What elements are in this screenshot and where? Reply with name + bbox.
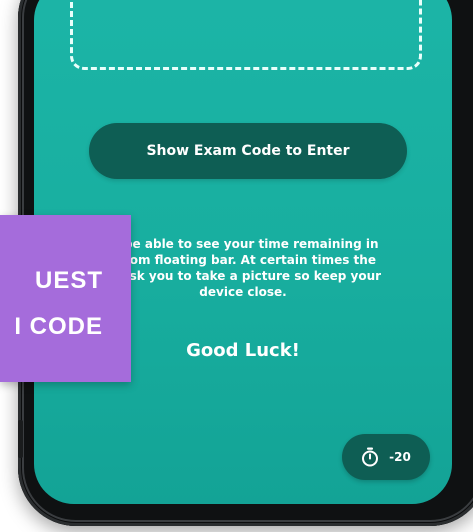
photo-upload-area[interactable]	[70, 0, 422, 70]
page: Show Exam Code to Enter ill be able to s…	[0, 0, 473, 532]
overlay-line-2: I CODE	[14, 313, 103, 340]
show-exam-code-button[interactable]: Show Exam Code to Enter	[89, 123, 407, 179]
overlay-line-1: UEST	[34, 267, 103, 294]
timer-value: -20	[389, 450, 411, 464]
phone-side-button	[18, 420, 23, 458]
purple-label-overlay: UEST I CODE	[0, 215, 131, 382]
floating-timer-bar[interactable]: -20	[342, 434, 430, 480]
stopwatch-icon	[361, 447, 379, 467]
show-exam-code-label: Show Exam Code to Enter	[146, 143, 350, 159]
